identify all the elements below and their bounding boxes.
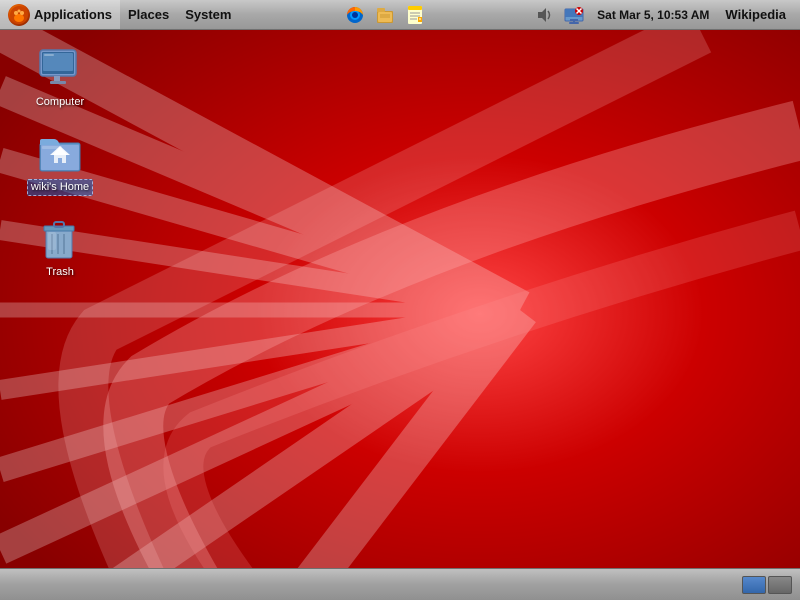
firefox-icon <box>344 4 366 26</box>
desktop-icons-container: Computer wiki's Home <box>20 40 100 284</box>
system-menu[interactable]: System <box>177 0 239 29</box>
workspace-1-button[interactable] <box>742 576 766 594</box>
desktop-background <box>0 30 800 598</box>
files-launcher[interactable] <box>372 2 398 28</box>
computer-label: Computer <box>36 96 84 109</box>
network-applet[interactable] <box>561 2 587 28</box>
active-app-name: Wikipedia <box>719 7 792 22</box>
volume-icon <box>534 5 554 25</box>
computer-icon-image <box>36 44 84 92</box>
notes-launcher[interactable] <box>402 2 428 28</box>
computer-icon[interactable]: Computer <box>20 40 100 113</box>
network-icon <box>563 4 585 26</box>
workspace-switcher <box>742 576 792 594</box>
applications-menu[interactable]: Applications <box>0 0 120 29</box>
desktop: Computer wiki's Home <box>0 30 800 598</box>
trash-label: Trash <box>46 266 74 279</box>
panel-right: Sat Mar 5, 10:53 AM Wikipedia <box>531 0 800 29</box>
applications-label: Applications <box>34 7 112 22</box>
notes-icon <box>404 4 426 26</box>
panel-left: Applications Places System <box>0 0 239 29</box>
places-menu[interactable]: Places <box>120 0 177 29</box>
gnome-logo <box>8 4 30 26</box>
panel-launchers <box>239 0 531 29</box>
top-panel: Applications Places System <box>0 0 800 30</box>
volume-applet[interactable] <box>531 2 557 28</box>
trash-icon-image <box>36 214 84 262</box>
places-label: Places <box>128 7 169 22</box>
system-label: System <box>185 7 231 22</box>
home-icon[interactable]: wiki's Home <box>20 123 100 200</box>
clock-display[interactable]: Sat Mar 5, 10:53 AM <box>591 8 715 22</box>
firefox-launcher[interactable] <box>342 2 368 28</box>
home-icon-image <box>36 127 84 175</box>
bottom-panel <box>0 568 800 600</box>
trash-icon[interactable]: Trash <box>20 210 100 283</box>
home-label: wiki's Home <box>27 179 93 196</box>
workspace-2-button[interactable] <box>768 576 792 594</box>
files-icon <box>374 4 396 26</box>
